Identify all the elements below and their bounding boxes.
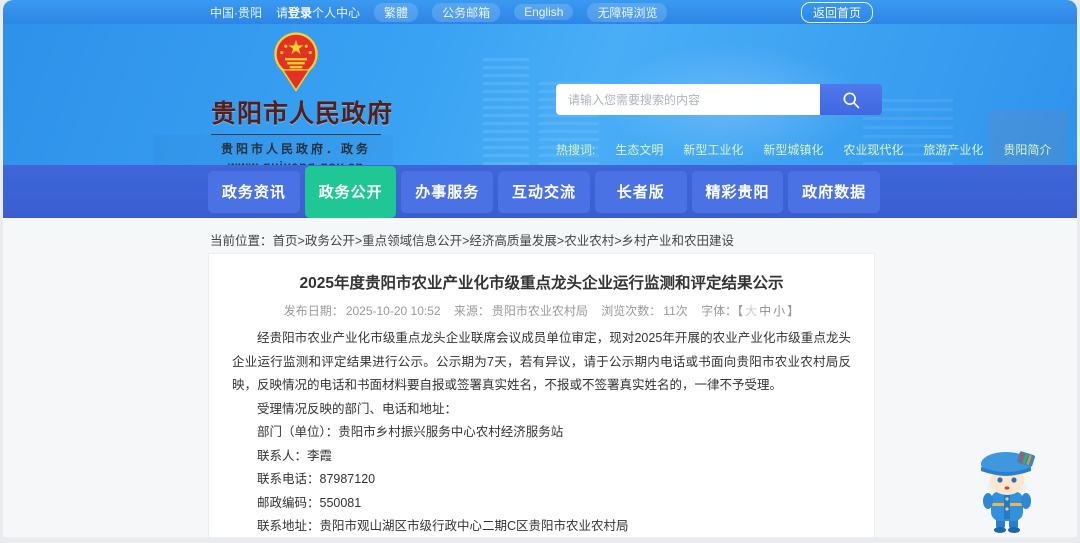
search-icon xyxy=(843,92,860,108)
breadcrumb: 当前位置：首页>政务公开>重点领域信息公开>经济高质量发展>农业农村>乡村产业和… xyxy=(3,218,1077,249)
skyline-building xyxy=(483,55,529,165)
fontsize-label: 字体：【 xyxy=(701,304,744,318)
publish-date: 2025-10-20 10:52 xyxy=(345,304,441,318)
login-prefix: 请 xyxy=(276,5,289,20)
publish-label: 发布日期： xyxy=(283,304,344,318)
back-to-home-button[interactable]: 返回首页 xyxy=(800,1,873,23)
site-title: 贵阳市人民政府 xyxy=(211,100,394,128)
hot-search-link[interactable]: 农业现代化 xyxy=(843,141,903,158)
topbar-traditional-link[interactable]: 繁體 xyxy=(374,2,419,22)
nav-tab-zhengwu-gongkai[interactable]: 政务公开 xyxy=(304,165,397,218)
hot-search-link[interactable]: 旅游产业化 xyxy=(923,141,983,158)
site-frame: 中国·贵阳 请登录个人中心 繁體 公务邮箱 English 无障碍浏览 返回首页 xyxy=(3,0,1077,537)
fontsize-bracket: 】 xyxy=(787,304,800,318)
article-paragraph: 联系地址：贵阳市观山湖区市级行政中心二期C区贵阳市农业农村局 xyxy=(257,519,629,533)
fontsize-medium-button[interactable]: 中 xyxy=(759,304,771,318)
site-url: www.guiyang.gov.cn xyxy=(211,159,381,165)
article-paragraph: 联系电话：87987120 xyxy=(257,472,376,486)
national-emblem-icon xyxy=(274,32,318,92)
article-meta: 发布日期： 2025-10-20 10:52 来源： 贵阳市农业农村局 浏览次数： 1… xyxy=(209,302,874,319)
source-value: 贵阳市农业农村局 xyxy=(491,304,588,318)
nav-tab-banshi-fuwu[interactable]: 办事服务 xyxy=(401,170,494,213)
topbar: 中国·贵阳 请登录个人中心 繁體 公务邮箱 English 无障碍浏览 返回首页 xyxy=(3,0,1077,24)
source-label: 来源： xyxy=(453,304,490,318)
fontsize-small-button[interactable]: 小 xyxy=(773,304,785,318)
article-title: 2025年度贵阳市农业产业化市级重点龙头企业运行监测和评定结果公示 xyxy=(299,275,784,292)
search-input[interactable] xyxy=(556,84,820,115)
site-logo[interactable]: 贵阳市人民政府 贵阳市人民政府．政务 www.guiyang.gov.cn xyxy=(211,32,394,165)
hot-search-link[interactable]: 新型城镇化 xyxy=(763,141,823,158)
nav-tab-hudong-jiaoliu[interactable]: 互动交流 xyxy=(498,170,590,213)
article-paragraph: 邮政编码：550081 xyxy=(257,495,362,510)
site-banner: 贵阳市人民政府 贵阳市人民政府．政务 www.guiyang.gov.cn 热搜… xyxy=(3,24,1077,165)
views-label: 浏览次数： xyxy=(601,304,662,318)
article-paragraph: 经贵阳市农业产业化市级重点龙头企业联席会议成员单位审定，现对2025年开展的农业… xyxy=(232,331,851,392)
breadcrumb-label: 当前位置： xyxy=(210,234,273,248)
mascot-assistant-icon[interactable] xyxy=(966,443,1048,537)
hot-search-link[interactable]: 贵阳简介 xyxy=(1003,141,1051,158)
hot-search-link[interactable]: 新型工业化 xyxy=(683,141,743,158)
topbar-region-link[interactable]: 中国·贵阳 xyxy=(210,4,262,21)
article-paragraph: 受理情况反映的部门、电话和地址： xyxy=(257,401,458,416)
nav-tab-zhengfu-shuju[interactable]: 政府数据 xyxy=(788,170,881,213)
login-suffix: 个人中心 xyxy=(312,5,361,20)
nav-tab-jingcai-guiyang[interactable]: 精彩贵阳 xyxy=(691,170,784,213)
main-nav: 政务资讯 政务公开 办事服务 互动交流 长者版 精彩贵阳 政府数据 xyxy=(3,165,1077,218)
views-value: 11次 xyxy=(663,304,688,318)
hot-search-label: 热搜词: xyxy=(556,143,596,157)
article-paragraph: 联系人：李霞 xyxy=(257,448,333,463)
hot-search-row: 热搜词: 生态文明 新型工业化 新型城镇化 农业现代化 旅游产业化 贵阳简介 xyxy=(556,141,1051,158)
hot-search-link[interactable]: 生态文明 xyxy=(615,141,663,158)
nav-tab-zhengwu-zixun[interactable]: 政务资讯 xyxy=(208,170,300,213)
topbar-login-link[interactable]: 请登录个人中心 xyxy=(276,4,360,21)
article-body: 经贵阳市农业产业化市级重点龙头企业联席会议成员单位审定，现对2025年开展的农业… xyxy=(209,319,874,537)
breadcrumb-trail[interactable]: 首页>政务公开>重点领域信息公开>经济高质量发展>农业农村>乡村产业和农田建设 xyxy=(273,234,735,248)
fontsize-large-button[interactable]: 大 xyxy=(745,304,757,318)
article-card: 2025年度贵阳市农业产业化市级重点龙头企业运行监测和评定结果公示 发布日期： 2… xyxy=(208,253,875,537)
site-subtitle: 贵阳市人民政府．政务 xyxy=(211,134,381,157)
topbar-accessibility-link[interactable]: 无障碍浏览 xyxy=(587,2,668,22)
nav-tab-zhangzheban[interactable]: 长者版 xyxy=(594,170,687,213)
search-bar xyxy=(556,84,882,115)
login-bold: 登录 xyxy=(288,5,313,20)
topbar-mail-link[interactable]: 公务邮箱 xyxy=(432,2,501,22)
article-paragraph: 部门（单位）：贵阳市乡村振兴服务中心农村经济服务站 xyxy=(257,425,564,439)
search-button[interactable] xyxy=(820,84,882,115)
topbar-english-link[interactable]: English xyxy=(514,4,574,20)
